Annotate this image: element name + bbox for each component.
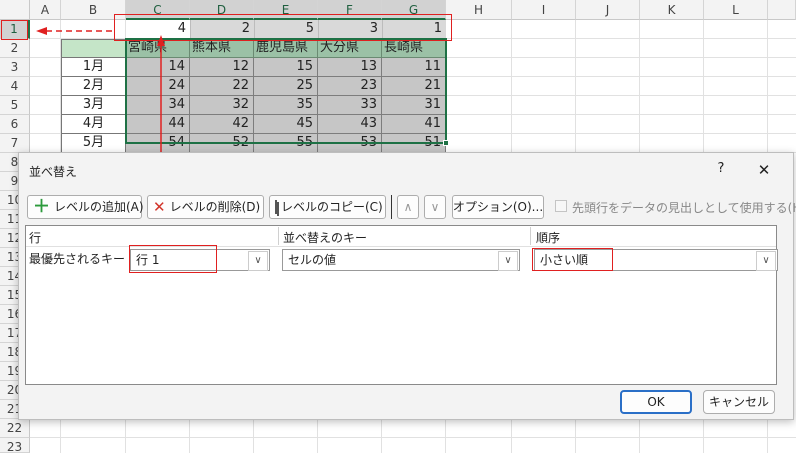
add-level-label: レベルの追加(A)	[54, 200, 144, 214]
header-checkbox-label: 先頭行をデータの見出しとして使用する(H)	[572, 201, 796, 215]
chevron-down-icon: ∨	[248, 251, 268, 271]
chevron-down-icon: ∨	[756, 251, 776, 271]
delete-level-button[interactable]: ✕ レベルの削除(D)	[147, 195, 264, 219]
dialog-title: 並べ替え	[29, 165, 78, 179]
dashed-arrow-head	[36, 27, 47, 35]
sort-dialog: 並べ替え ? ✕ ＋ レベルの追加(A) ✕ レベルの削除(D) レベルのコピー…	[18, 152, 796, 420]
help-button[interactable]: ?	[711, 161, 731, 181]
move-down-button[interactable]: ∨	[424, 195, 446, 219]
close-button[interactable]: ✕	[753, 159, 775, 181]
annotation-box-row-select	[129, 245, 217, 273]
vertical-arrow-head	[157, 35, 165, 46]
grid-divider	[278, 227, 279, 245]
chevron-down-icon: ∨	[498, 251, 518, 271]
copy-level-label: レベルのコピー(C)	[281, 200, 383, 214]
sort-key-value: セルの値	[288, 253, 337, 267]
x-icon: ✕	[153, 198, 166, 216]
toolbar-divider	[391, 195, 392, 219]
copy-level-button[interactable]: レベルのコピー(C)	[269, 195, 386, 219]
add-level-button[interactable]: ＋ レベルの追加(A)	[27, 195, 144, 219]
level-label: 最優先されるキー	[29, 252, 126, 266]
plus-icon: ＋	[33, 197, 50, 217]
copy-icon	[275, 200, 277, 214]
column-label-row: 行	[29, 231, 42, 245]
cancel-button[interactable]: キャンセル	[703, 390, 775, 414]
sort-key-select[interactable]: セルの値 ∨	[282, 249, 520, 271]
column-label-key: 並べ替えのキー	[283, 231, 368, 245]
grid-divider	[530, 227, 531, 245]
delete-level-label: レベルの削除(D)	[169, 200, 261, 214]
header-checkbox[interactable]	[555, 200, 567, 212]
column-label-order: 順序	[536, 231, 561, 245]
annotation-box-order	[532, 248, 613, 271]
options-button[interactable]: オプション(O)...	[452, 195, 544, 219]
move-up-button[interactable]: ∧	[397, 195, 419, 219]
ok-button[interactable]: OK	[620, 390, 692, 414]
